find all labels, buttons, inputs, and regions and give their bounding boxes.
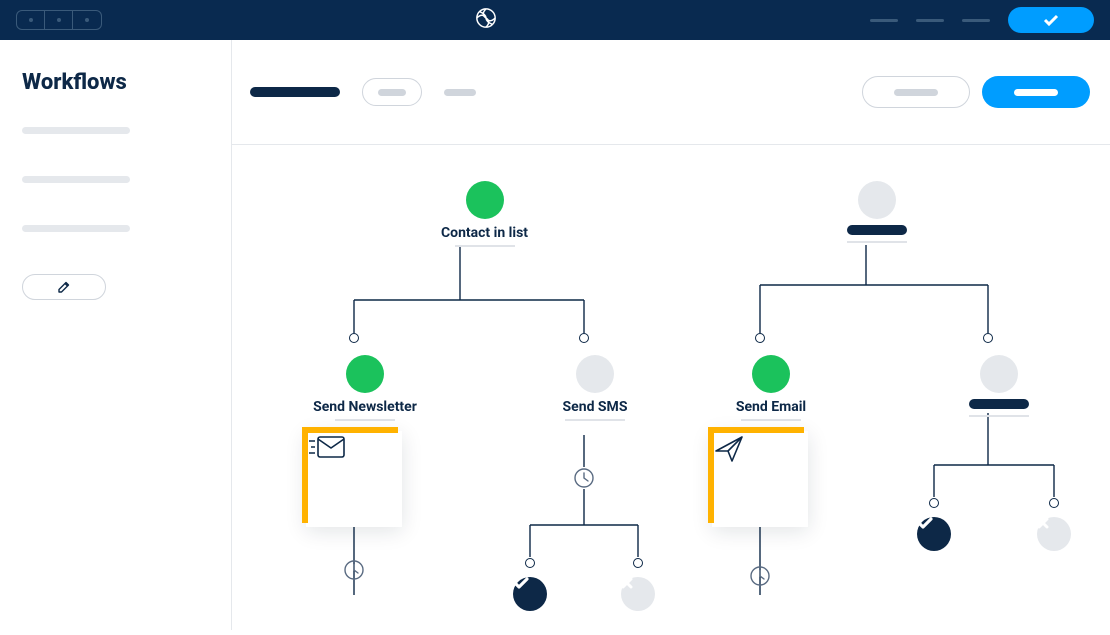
node-right-no[interactable]: [1037, 517, 1071, 551]
topbar-item-3[interactable]: [962, 19, 990, 22]
clock-icon: [749, 565, 771, 587]
node-send-newsletter[interactable]: Send Newsletter: [335, 355, 395, 421]
node-send-email[interactable]: Send Email: [741, 355, 801, 421]
branch-point-icon: [349, 333, 359, 343]
node-send-sms[interactable]: Send SMS: [565, 355, 625, 421]
workflow-canvas[interactable]: Contact in list Send Newsletter: [232, 145, 1110, 630]
check-icon: [466, 181, 504, 219]
window-controls: [16, 10, 102, 30]
clock-icon: [573, 467, 595, 489]
close-icon: [980, 355, 1018, 393]
sidebar-item-1[interactable]: [22, 127, 130, 134]
envelope-icon: [306, 431, 348, 463]
window-btn-1[interactable]: [17, 11, 45, 29]
branch-point-icon: [525, 558, 535, 568]
toolbar-primary-button[interactable]: [982, 76, 1090, 108]
sidebar-item-2[interactable]: [22, 176, 130, 183]
branch-point-icon: [929, 498, 939, 508]
clock-icon: [343, 559, 365, 581]
branch-point-icon: [755, 333, 765, 343]
sidebar-edit-button[interactable]: [22, 274, 106, 300]
card-newsletter[interactable]: [306, 431, 402, 527]
check-icon: [752, 355, 790, 393]
topbar-item-2[interactable]: [916, 19, 944, 22]
close-icon: [858, 181, 896, 219]
node-right-sub[interactable]: [969, 355, 1029, 417]
window-btn-2[interactable]: [45, 11, 73, 29]
topbar: [0, 0, 1110, 40]
node-sms-yes[interactable]: [513, 577, 547, 611]
check-icon: [346, 355, 384, 393]
close-icon: [576, 355, 614, 393]
topbar-done-button[interactable]: [1008, 7, 1094, 33]
toolbar-tab-2[interactable]: [444, 89, 476, 96]
node-right-yes[interactable]: [917, 517, 951, 551]
node-contact-in-list[interactable]: Contact in list: [441, 181, 528, 247]
sidebar: Workflows: [0, 40, 232, 630]
branch-point-icon: [633, 558, 643, 568]
card-email[interactable]: [712, 431, 808, 527]
branch-point-icon: [983, 333, 993, 343]
sidebar-title: Workflows: [22, 70, 209, 95]
branch-point-icon: [1049, 498, 1059, 508]
pencil-icon: [57, 280, 71, 294]
branch-point-icon: [579, 333, 589, 343]
node-sms-no[interactable]: [621, 577, 655, 611]
paper-plane-icon: [712, 431, 748, 467]
toolbar: [232, 40, 1110, 145]
sidebar-item-3[interactable]: [22, 225, 130, 232]
node-root-right[interactable]: [847, 181, 907, 243]
topbar-item-1[interactable]: [870, 19, 898, 22]
toolbar-secondary-button[interactable]: [862, 76, 970, 108]
app-logo-icon: [475, 7, 497, 33]
toolbar-tab-active[interactable]: [250, 87, 340, 97]
window-btn-3[interactable]: [73, 11, 101, 29]
toolbar-pill[interactable]: [362, 78, 422, 106]
